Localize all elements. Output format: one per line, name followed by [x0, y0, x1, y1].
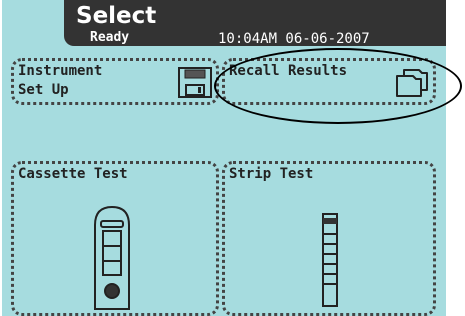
cassette-test-button[interactable]: Cassette Test: [11, 161, 219, 316]
device-screen: Select Ready 10:04AM 06-06-2007 Instrume…: [2, 0, 446, 316]
instrument-setup-label: Instrument Set Up: [18, 63, 103, 98]
cassette-test-label: Cassette Test: [18, 166, 128, 182]
strip-icon: [322, 213, 338, 307]
cassette-icon: [94, 205, 130, 310]
datetime-text: 10:04AM 06-06-2007: [218, 31, 370, 47]
annotation-circle: [214, 48, 462, 124]
strip-test-label: Strip Test: [229, 166, 314, 182]
floppy-disk-icon: [178, 67, 212, 98]
page-title: Select: [76, 3, 157, 29]
status-text: Ready: [90, 30, 130, 45]
instrument-setup-button[interactable]: Instrument Set Up: [11, 58, 219, 105]
strip-test-button[interactable]: Strip Test: [222, 161, 436, 316]
